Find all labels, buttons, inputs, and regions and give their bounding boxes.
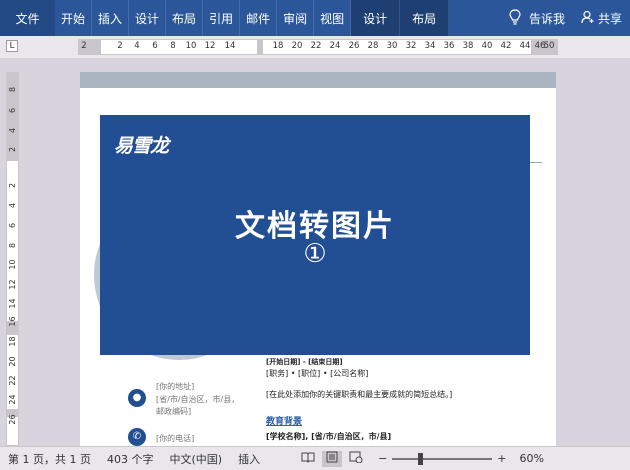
- vertical-ruler[interactable]: 8 6 4 2 2 4 6 8 10 12 14 16 18 20 22 24 …: [6, 72, 19, 446]
- ruler-tick: 40: [481, 41, 493, 51]
- ruler-tick: 4: [8, 127, 17, 134]
- ruler-tick: 4: [134, 41, 140, 51]
- address-label[interactable]: [你的地址]: [156, 381, 194, 392]
- ruler-tick: 50: [543, 41, 555, 51]
- tab-file[interactable]: 文件: [0, 0, 55, 36]
- ruler-tick: 10: [8, 259, 17, 270]
- tab-references[interactable]: 引用: [203, 0, 241, 36]
- language-indicator[interactable]: 中文(中国): [161, 451, 230, 467]
- tell-me-label: 告诉我: [528, 11, 565, 26]
- ruler-tick: 44: [519, 41, 531, 51]
- share-label: 共享: [597, 11, 622, 26]
- job-dates[interactable]: [开始日期] - [结束日期]: [266, 357, 343, 367]
- zoom-control: − + 60%: [378, 452, 544, 465]
- ruler-tick: 18: [272, 41, 284, 51]
- ruler-tick: 2: [117, 41, 123, 51]
- ruler-tick: 36: [443, 41, 455, 51]
- tab-table-design[interactable]: 设计: [351, 0, 401, 36]
- ruler-tick: 30: [386, 41, 398, 51]
- tab-insert[interactable]: 插入: [92, 0, 130, 36]
- ribbon: 文件 开始 插入 设计 布局 引用 邮件 审阅 视图 设计 布局 告诉我 共享: [0, 0, 630, 36]
- address-detail[interactable]: [省/市/自治区，市/县，: [156, 394, 239, 405]
- zoom-level[interactable]: 60%: [520, 452, 544, 465]
- print-layout-button[interactable]: [322, 450, 343, 467]
- ruler-tick: 22: [8, 375, 17, 386]
- column-marker[interactable]: [257, 40, 263, 54]
- phone-label[interactable]: [你的电话]: [156, 433, 194, 444]
- divider: [530, 162, 542, 163]
- ruler-tick: 32: [405, 41, 417, 51]
- person-icon: [581, 10, 595, 27]
- ruler-tick: 6: [152, 41, 158, 51]
- ruler-tick: 24: [329, 41, 341, 51]
- ruler-tick: 8: [170, 41, 176, 51]
- brand-logo: 易雪龙: [114, 135, 169, 157]
- ruler-tick: 2: [81, 41, 87, 51]
- tab-layout[interactable]: 布局: [166, 0, 204, 36]
- ruler-tick: 34: [424, 41, 436, 51]
- address-postcode[interactable]: 邮政编码]: [156, 406, 191, 417]
- lightbulb-icon: [509, 8, 521, 28]
- ruler-tick: 12: [204, 41, 216, 51]
- location-pin-icon: ●: [128, 389, 146, 407]
- book-icon: [301, 451, 315, 466]
- job-summary[interactable]: [在此处添加你的关键职责和最主要成就的简短总结。]: [266, 389, 452, 400]
- ruler-tick: 28: [367, 41, 379, 51]
- tab-review[interactable]: 审阅: [277, 0, 315, 36]
- ruler-tick: 14: [8, 298, 17, 309]
- zoom-in-button[interactable]: +: [497, 452, 506, 465]
- insert-mode[interactable]: 插入: [230, 451, 268, 467]
- ruler-tick: 2: [8, 182, 17, 189]
- ruler-tick: 42: [500, 41, 512, 51]
- job-title[interactable]: [职务] • [职位] • [公司名称]: [266, 368, 368, 379]
- ruler-tick: 18: [8, 336, 17, 347]
- web-layout-icon: [349, 451, 363, 466]
- ruler-tick: 8: [8, 242, 17, 249]
- zoom-slider-handle[interactable]: [417, 452, 423, 465]
- phone-icon: ✆: [128, 428, 146, 446]
- ruler-tick: 12: [8, 279, 17, 290]
- web-layout-button[interactable]: [346, 451, 366, 467]
- ruler-tick: 24: [8, 394, 17, 405]
- ruler-tick: 20: [8, 356, 17, 367]
- school-name[interactable]: [学校名称], [省/市/自治区，市/县]: [266, 431, 391, 442]
- ruler-tick: 26: [348, 41, 360, 51]
- ruler-tick: 2: [8, 146, 17, 153]
- ruler-tick: 22: [310, 41, 322, 51]
- ruler-tick: 4: [8, 202, 17, 209]
- ruler-tick: 6: [8, 107, 17, 114]
- view-buttons: [298, 450, 366, 467]
- context-tabs: 设计 布局: [351, 0, 450, 36]
- tab-selector[interactable]: L: [6, 40, 18, 52]
- tab-view[interactable]: 视图: [314, 0, 352, 36]
- overlay-number: ①: [303, 239, 327, 269]
- horizontal-ruler[interactable]: 2 2 4 6 8 10 12 14 18 20 22 24 26 28 30 …: [78, 39, 558, 55]
- tell-me-box[interactable]: 告诉我: [499, 8, 577, 28]
- tab-mailings[interactable]: 邮件: [240, 0, 278, 36]
- page-layout-icon: [325, 451, 339, 466]
- tab-table-layout[interactable]: 布局: [400, 0, 450, 36]
- tab-home[interactable]: 开始: [55, 0, 93, 36]
- header-band: [80, 72, 556, 88]
- share-button[interactable]: 共享: [577, 10, 630, 27]
- ruler-bar: L 2 2 4 6 8 10 12 14 18 20 22 24 26 28 3…: [0, 36, 630, 58]
- cover-image-overlay: 易雪龙 文档转图片 ①: [100, 115, 530, 355]
- status-bar: 第 1 页，共 1 页 403 个字 中文(中国) 插入 − + 60%: [0, 446, 630, 470]
- ribbon-right: 告诉我 共享: [499, 0, 630, 36]
- ruler-tick: 38: [462, 41, 474, 51]
- zoom-slider[interactable]: [392, 452, 493, 465]
- ruler-tick: 10: [185, 41, 197, 51]
- ruler-tick: 20: [291, 41, 303, 51]
- ruler-tick: 14: [224, 41, 236, 51]
- page-count[interactable]: 第 1 页，共 1 页: [0, 451, 99, 467]
- ruler-tick: 16: [8, 316, 17, 327]
- word-count[interactable]: 403 个字: [99, 451, 162, 467]
- tab-design[interactable]: 设计: [129, 0, 167, 36]
- education-heading[interactable]: 教育背景: [266, 414, 302, 427]
- ruler-tick: 6: [8, 222, 17, 229]
- ruler-tick: 8: [8, 86, 17, 93]
- ruler-tick: 26: [8, 414, 17, 425]
- zoom-out-button[interactable]: −: [378, 452, 387, 465]
- read-mode-button[interactable]: [298, 451, 318, 467]
